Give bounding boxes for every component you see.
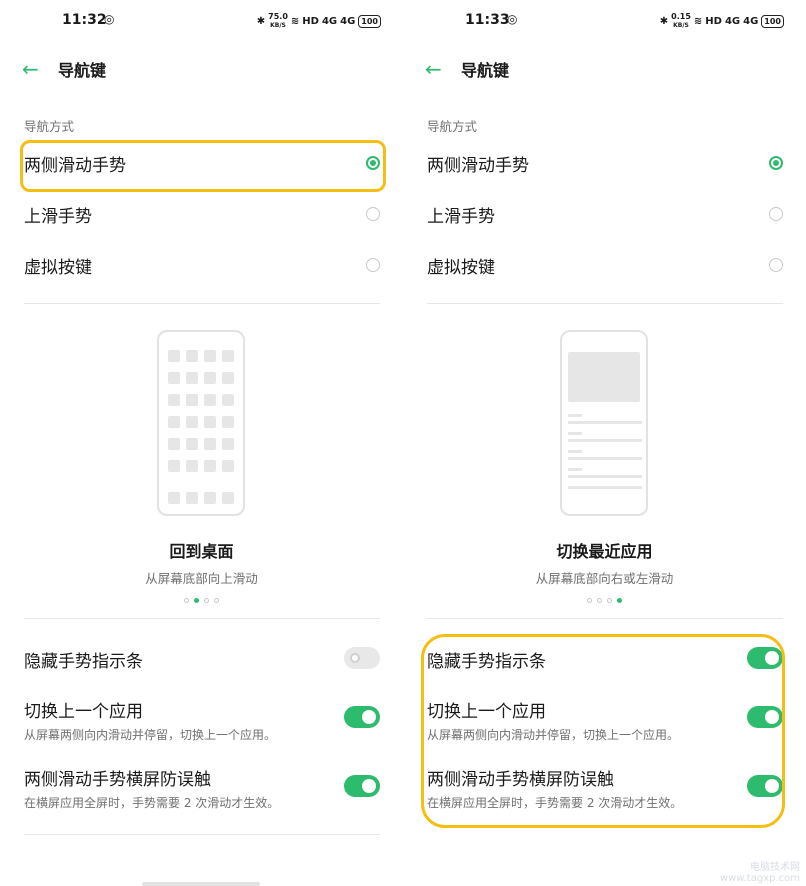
page-dot[interactable] bbox=[204, 598, 209, 603]
landscape-protect-toggle[interactable] bbox=[344, 775, 380, 797]
gesture-bar bbox=[142, 882, 260, 886]
signal-icon-2: 4G bbox=[743, 16, 759, 27]
radio-icon[interactable] bbox=[769, 258, 783, 272]
option-label: 上滑手势 bbox=[24, 206, 92, 227]
content-line bbox=[568, 432, 582, 435]
phone-illustration-home bbox=[157, 330, 245, 516]
content-line bbox=[568, 450, 582, 453]
recent-app-card bbox=[568, 352, 640, 402]
app-grid bbox=[168, 350, 234, 472]
demo-title: 回到桌面 bbox=[169, 542, 234, 561]
setting-title: 切换上一个应用 bbox=[24, 702, 143, 722]
option-label: 两侧滑动手势 bbox=[427, 155, 529, 176]
demo-subtitle: 从屏幕底部向上滑动 bbox=[145, 571, 258, 586]
sync-icon: ◎ bbox=[507, 12, 518, 26]
highlight-box bbox=[20, 140, 386, 192]
battery-icon: 100 bbox=[358, 15, 381, 28]
back-arrow-icon[interactable]: ← bbox=[22, 57, 56, 81]
page-dot[interactable] bbox=[607, 598, 612, 603]
header: ← 导航键 bbox=[425, 56, 509, 82]
page-dot[interactable] bbox=[587, 598, 592, 603]
page-dot[interactable] bbox=[184, 598, 189, 603]
option-swipe-up[interactable]: 上滑手势 bbox=[427, 199, 783, 229]
status-time: 11:32 bbox=[62, 12, 107, 28]
divider bbox=[427, 618, 783, 619]
page-dot-active[interactable] bbox=[617, 598, 622, 603]
option-label: 上滑手势 bbox=[427, 206, 495, 227]
status-bar: 11:33 ◎ ✱ 0.15 KB/S ≋ HD 4G 4G 100 bbox=[403, 12, 806, 32]
setting-hide-indicator[interactable]: 隐藏手势指示条 bbox=[24, 647, 380, 672]
phone-illustration-recents bbox=[560, 330, 648, 516]
content-line bbox=[568, 439, 642, 442]
page-title: 导航键 bbox=[58, 61, 107, 80]
radio-icon[interactable] bbox=[366, 258, 380, 272]
content-line bbox=[568, 486, 642, 489]
system-icons: ✱ 75.0 KB/S ≋ HD 4G 4G 100 bbox=[257, 13, 381, 30]
header: ← 导航键 bbox=[22, 56, 106, 82]
option-virtual-keys[interactable]: 虚拟按键 bbox=[24, 250, 380, 280]
page-dot[interactable] bbox=[214, 598, 219, 603]
content-line bbox=[568, 457, 642, 460]
page-indicator[interactable] bbox=[403, 598, 806, 603]
watermark: 电脑技术网 www.tagxp.com bbox=[720, 862, 800, 884]
divider bbox=[24, 303, 380, 304]
hd-label: HD bbox=[302, 16, 319, 27]
sync-icon: ◎ bbox=[104, 12, 115, 26]
setting-description: 在横屏应用全屏时，手势需要 2 次滑动才生效。 bbox=[24, 796, 280, 810]
demo-title: 切换最近应用 bbox=[556, 542, 653, 561]
system-icons: ✱ 0.15 KB/S ≋ HD 4G 4G 100 bbox=[660, 13, 784, 30]
status-time: 11:33 bbox=[465, 12, 510, 28]
setting-title: 隐藏手势指示条 bbox=[24, 652, 143, 672]
wifi-icon: ≋ bbox=[290, 16, 300, 27]
content-line bbox=[568, 475, 642, 478]
divider bbox=[24, 618, 380, 619]
signal-icon-2: 4G bbox=[340, 16, 356, 27]
content-line bbox=[568, 421, 642, 424]
option-label: 虚拟按键 bbox=[427, 257, 495, 278]
divider bbox=[427, 303, 783, 304]
divider bbox=[24, 834, 380, 835]
net-speed: 0.15 KB/S bbox=[671, 12, 691, 30]
dock-row bbox=[168, 492, 234, 504]
back-arrow-icon[interactable]: ← bbox=[425, 57, 459, 81]
signal-icon-1: 4G bbox=[724, 16, 741, 27]
option-swipe-up[interactable]: 上滑手势 bbox=[24, 199, 380, 229]
page-dot-active[interactable] bbox=[194, 598, 199, 603]
left-screen: 11:32 ◎ ✱ 75.0 KB/S ≋ HD 4G 4G 100 ← 导航键 … bbox=[0, 0, 403, 886]
right-screen: 11:33 ◎ ✱ 0.15 KB/S ≋ HD 4G 4G 100 ← 导航键 … bbox=[403, 0, 806, 886]
bluetooth-icon: ✱ bbox=[256, 16, 266, 27]
net-speed: 75.0 KB/S bbox=[268, 12, 288, 30]
content-line bbox=[568, 414, 582, 417]
section-label: 导航方式 bbox=[24, 119, 75, 134]
radio-icon[interactable] bbox=[769, 207, 783, 221]
page-title: 导航键 bbox=[461, 61, 510, 80]
battery-icon: 100 bbox=[761, 15, 784, 28]
highlight-box bbox=[421, 634, 785, 828]
radio-icon[interactable] bbox=[366, 207, 380, 221]
setting-landscape-protect[interactable]: 两侧滑动手势横屏防误触 在横屏应用全屏时，手势需要 2 次滑动才生效。 bbox=[24, 765, 380, 811]
option-two-side-gesture[interactable]: 两侧滑动手势 bbox=[427, 148, 783, 178]
setting-switch-prev-app[interactable]: 切换上一个应用 从屏幕两侧向内滑动并停留，切换上一个应用。 bbox=[24, 697, 380, 743]
wifi-icon: ≋ bbox=[693, 16, 703, 27]
bluetooth-icon: ✱ bbox=[659, 16, 669, 27]
option-label: 虚拟按键 bbox=[24, 257, 92, 278]
radio-selected-icon[interactable] bbox=[769, 156, 783, 170]
hide-indicator-toggle[interactable] bbox=[344, 647, 380, 669]
content-line bbox=[568, 468, 582, 471]
demo-subtitle: 从屏幕底部向右或左滑动 bbox=[535, 571, 674, 586]
page-indicator[interactable] bbox=[0, 598, 403, 603]
hd-label: HD bbox=[705, 16, 722, 27]
status-bar: 11:32 ◎ ✱ 75.0 KB/S ≋ HD 4G 4G 100 bbox=[0, 12, 403, 32]
option-virtual-keys[interactable]: 虚拟按键 bbox=[427, 250, 783, 280]
setting-title: 两侧滑动手势横屏防误触 bbox=[24, 770, 211, 790]
switch-prev-app-toggle[interactable] bbox=[344, 706, 380, 728]
setting-description: 从屏幕两侧向内滑动并停留，切换上一个应用。 bbox=[24, 728, 277, 742]
signal-icon-1: 4G bbox=[321, 16, 338, 27]
section-label: 导航方式 bbox=[427, 119, 478, 134]
page-dot[interactable] bbox=[597, 598, 602, 603]
